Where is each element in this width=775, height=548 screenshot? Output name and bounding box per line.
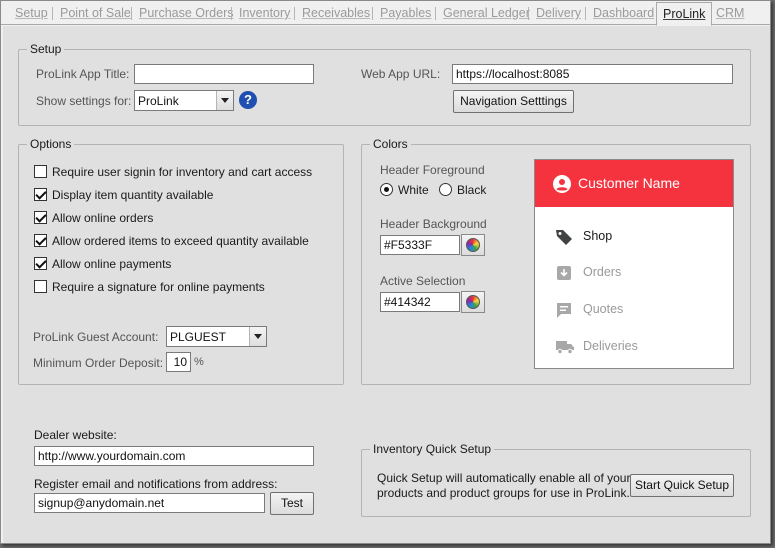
tab-purchase-orders[interactable]: Purchase Orders [139, 5, 233, 22]
checkbox-label: Require a signature for online payments [52, 280, 265, 294]
preview-item-label: Shop [583, 229, 613, 243]
radio-black-label: Black [457, 183, 487, 197]
chevron-down-icon[interactable] [249, 327, 266, 346]
app-title-input[interactable] [134, 64, 314, 84]
active-selection-color-picker[interactable] [461, 291, 485, 313]
guest-account-value: PLGUEST [170, 330, 227, 344]
guest-account-select[interactable]: PLGUEST [166, 326, 267, 347]
email-input[interactable] [34, 493, 265, 513]
app-title-label: ProLink App Title: [36, 67, 130, 81]
tab-separator [372, 7, 373, 20]
preview-item-quotes: Quotes [555, 301, 715, 321]
account-circle-icon [553, 175, 571, 193]
quick-setup-group-title: Inventory Quick Setup [370, 442, 495, 456]
window: Setup Point of Sale Purchase Orders Inve… [0, 0, 771, 544]
quick-setup-description-line2: products and product groups for use in P… [377, 486, 630, 500]
truck-icon [556, 341, 574, 355]
prolink-settings-panel: Setup ProLink App Title: Show settings f… [3, 26, 770, 543]
color-wheel-icon [466, 238, 480, 252]
color-wheel-icon [466, 295, 480, 309]
header-background-label: Header Background [380, 217, 487, 231]
options-group-title: Options [27, 137, 75, 151]
help-icon[interactable]: ? [239, 91, 257, 109]
preview-item-label: Orders [583, 265, 622, 279]
tab-prolink[interactable]: ProLink [656, 2, 713, 26]
test-button[interactable]: Test [270, 492, 314, 515]
setup-group-title: Setup [27, 42, 65, 56]
tab-inventory[interactable]: Inventory [239, 5, 290, 22]
quick-setup-description-line1: Quick Setup will automatically enable al… [377, 471, 631, 485]
checkbox-display-quantity[interactable] [34, 188, 47, 201]
inventory-quick-setup-group: Inventory Quick Setup Quick Setup will a… [361, 442, 751, 517]
dealer-website-label: Dealer website: [34, 428, 117, 442]
dealer-website-input[interactable] [34, 446, 314, 466]
show-settings-select[interactable]: ProLink [134, 90, 234, 111]
show-settings-label: Show settings for: [36, 94, 132, 108]
checkbox-label: Allow online orders [52, 211, 154, 225]
guest-account-label: ProLink Guest Account: [33, 330, 159, 344]
preview-item-orders: Orders [555, 264, 715, 284]
min-deposit-label: Minimum Order Deposit: [33, 356, 164, 370]
checkbox-label: Require user signin for inventory and ca… [52, 165, 313, 179]
checkbox-allow-exceed-quantity[interactable] [34, 234, 47, 247]
message-icon [557, 303, 571, 318]
download-box-icon [557, 266, 571, 280]
tab-separator [231, 7, 232, 20]
web-app-url-label: Web App URL: [361, 67, 441, 81]
tab-bar: Setup Point of Sale Purchase Orders Inve… [1, 1, 770, 26]
preview-item-shop: Shop [555, 228, 715, 248]
checkbox-require-signature[interactable] [34, 280, 47, 293]
tab-delivery[interactable]: Delivery [536, 5, 581, 22]
checkbox-allow-online-orders[interactable] [34, 211, 47, 224]
header-background-input[interactable] [380, 235, 460, 255]
tab-crm[interactable]: CRM [716, 5, 744, 22]
header-foreground-label: Header Foreground [380, 163, 485, 177]
start-quick-setup-button[interactable]: Start Quick Setup [630, 474, 734, 497]
tab-separator [294, 7, 295, 20]
tab-receivables[interactable]: Receivables [302, 5, 370, 22]
colors-group: Colors Header Foreground White Black Hea… [361, 137, 751, 385]
checkbox-label: Allow ordered items to exceed quantity a… [52, 234, 309, 248]
preview-item-deliveries: Deliveries [555, 338, 715, 358]
preview-item-label: Deliveries [583, 339, 638, 353]
checkbox-require-signin[interactable] [34, 165, 47, 178]
tag-icon [556, 230, 572, 245]
chevron-down-icon[interactable] [216, 91, 233, 110]
tab-separator [52, 7, 53, 20]
tab-point-of-sale[interactable]: Point of Sale [60, 5, 131, 22]
tab-separator [528, 7, 529, 20]
tab-payables[interactable]: Payables [380, 5, 431, 22]
radio-white-label: White [398, 183, 429, 197]
preview-item-label: Quotes [583, 302, 624, 316]
preview-customer-name: Customer Name [578, 175, 680, 191]
active-selection-input[interactable] [380, 292, 460, 312]
tab-setup[interactable]: Setup [15, 5, 48, 22]
tab-dashboard[interactable]: Dashboard [593, 5, 654, 22]
checkbox-label: Allow online payments [52, 257, 172, 271]
web-app-url-input[interactable] [452, 64, 733, 84]
email-label: Register email and notifications from ad… [34, 477, 278, 491]
navigation-settings-button[interactable]: Navigation Setttings [453, 90, 574, 113]
tab-separator [585, 7, 586, 20]
show-settings-value: ProLink [138, 94, 179, 108]
min-deposit-input[interactable] [166, 352, 191, 372]
colors-group-title: Colors [370, 137, 411, 151]
radio-black[interactable] [439, 183, 452, 196]
tab-separator [131, 7, 132, 20]
preview-header: Customer Name [535, 160, 733, 207]
options-group: Options Require user signin for inventor… [18, 137, 344, 385]
theme-preview: Customer Name Shop Orders Quotes Deliver… [534, 159, 734, 369]
header-background-color-picker[interactable] [461, 234, 485, 256]
active-selection-label: Active Selection [380, 274, 466, 288]
checkbox-label: Display item quantity available [52, 188, 214, 202]
radio-white[interactable] [380, 183, 393, 196]
setup-group: Setup ProLink App Title: Show settings f… [18, 42, 751, 126]
min-deposit-unit: % [194, 356, 204, 368]
tab-general-ledger[interactable]: General Ledger [443, 5, 530, 22]
checkbox-allow-online-payments[interactable] [34, 257, 47, 270]
tab-separator [435, 7, 436, 20]
